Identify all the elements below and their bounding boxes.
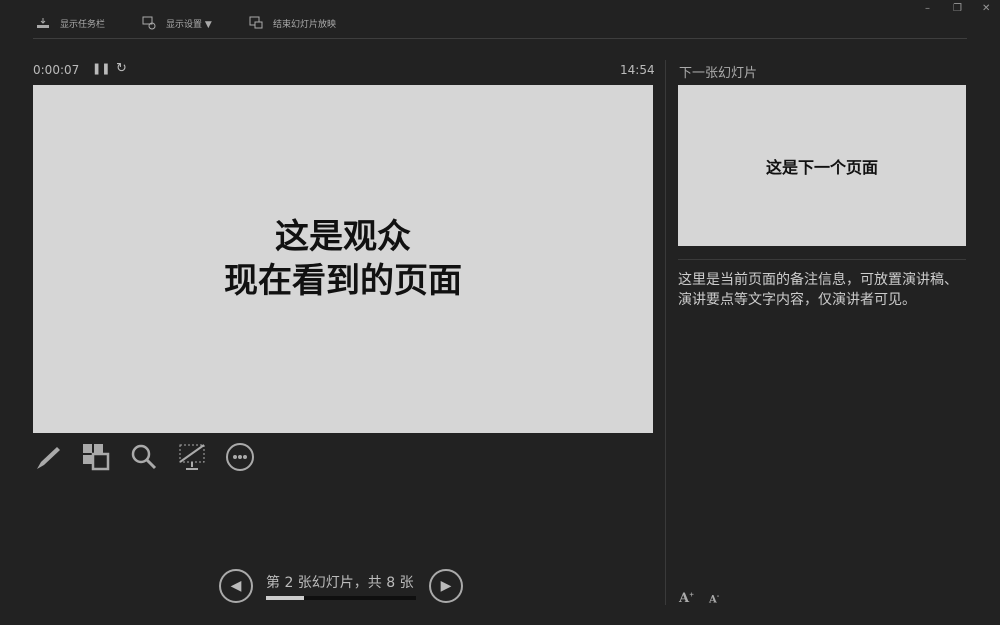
next-slide-title: 这是下一个页面: [765, 157, 878, 177]
toolbar-divider: [33, 38, 967, 39]
slide-counter: 第 2 张幻灯片，共 8 张: [266, 575, 414, 591]
end-slideshow-label: 结束幻灯片放映: [273, 19, 337, 30]
display-settings-label: 显示设置 ▼: [166, 19, 212, 30]
notes-divider: [678, 259, 966, 260]
restore-button[interactable]: ❐: [953, 3, 962, 14]
increase-font-label: A: [679, 591, 690, 606]
clock: 14:54: [620, 63, 655, 77]
previous-slide-button[interactable]: ◀: [219, 569, 253, 603]
end-slideshow-button[interactable]: 结束幻灯片放映: [249, 14, 336, 32]
see-all-slides-icon[interactable]: [81, 442, 111, 472]
slide-title-line1: 这是观众: [275, 217, 411, 257]
close-button[interactable]: ✕: [982, 3, 990, 14]
current-slide[interactable]: 这是观众 现在看到的页面: [33, 85, 653, 433]
next-slide-button[interactable]: ▶: [429, 569, 463, 603]
display-settings-icon: [142, 16, 156, 30]
pen-icon[interactable]: [33, 442, 63, 472]
next-slide-preview[interactable]: 这是下一个页面: [678, 85, 966, 246]
decrease-font-label: A: [709, 594, 717, 606]
increase-font-button[interactable]: A+: [679, 591, 694, 606]
show-taskbar-label: 显示任务栏: [60, 19, 106, 30]
panel-divider[interactable]: [665, 60, 666, 605]
restart-timer-icon[interactable]: ↻: [116, 61, 127, 76]
taskbar-icon: [37, 18, 49, 28]
next-slide-label: 下一张幻灯片: [679, 66, 758, 81]
end-slideshow-icon: [249, 16, 263, 29]
next-icon: ▶: [440, 578, 452, 594]
minimize-button[interactable]: –: [925, 3, 930, 14]
elapsed-timer: 0:00:07: [33, 63, 80, 77]
slide-progress-fill: [266, 596, 304, 600]
previous-icon: ◀: [230, 578, 242, 594]
decrease-font-button[interactable]: A-: [709, 593, 719, 605]
slide-title-line2: 现在看到的页面: [224, 261, 462, 301]
zoom-icon[interactable]: [129, 442, 159, 472]
display-settings-button[interactable]: 显示设置 ▼: [142, 14, 212, 32]
slide-progress-bar: [266, 596, 416, 600]
show-taskbar-button[interactable]: 显示任务栏: [36, 14, 105, 32]
black-screen-icon[interactable]: [177, 442, 207, 472]
speaker-notes[interactable]: 这里是当前页面的备注信息，可放置演讲稿、演讲要点等文字内容，仅演讲者可见。: [678, 270, 970, 310]
more-options-icon[interactable]: [225, 442, 255, 472]
pause-icon[interactable]: ❚❚: [92, 62, 110, 75]
